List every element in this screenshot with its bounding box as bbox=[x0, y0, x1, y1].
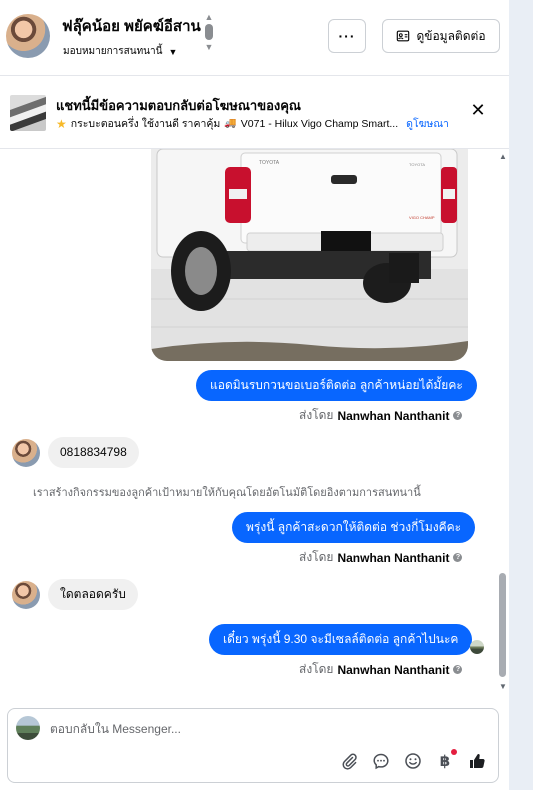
chevron-down-icon[interactable]: ▼ bbox=[205, 42, 214, 52]
view-ad-link[interactable]: ดูโฆษณา bbox=[406, 115, 448, 132]
payment-button[interactable]: ฿ bbox=[436, 749, 457, 770]
chat-scrollbar[interactable]: ▲ ▼ bbox=[498, 150, 508, 695]
sent-by-label: ส่งโดย Nanwhan Nanthanit ? bbox=[299, 406, 463, 425]
chevron-up-icon[interactable]: ▲ bbox=[205, 12, 214, 22]
assign-conversation-dropdown[interactable]: มอบหมายการสนทนานี้ ▼ bbox=[63, 44, 177, 59]
reply-input[interactable] bbox=[50, 720, 480, 738]
assign-label: มอบหมายการสนทนานี้ bbox=[63, 46, 163, 57]
ad-description: กระบะตอนครึ่ง ใช้งานดี ราคาคุ้ม bbox=[70, 118, 221, 130]
attach-button[interactable] bbox=[340, 752, 358, 770]
sender-name: Nanwhan Nanthanit bbox=[337, 662, 450, 677]
info-icon[interactable]: ? bbox=[453, 411, 463, 420]
incoming-message[interactable]: ใดตลอดครับ bbox=[48, 579, 138, 610]
tailgate-brand: TOYOTA bbox=[259, 160, 280, 166]
contact-avatar-small[interactable] bbox=[12, 581, 40, 609]
star-icon: ★ bbox=[56, 116, 67, 131]
header-scroll-control[interactable]: ▲ ▼ bbox=[203, 12, 215, 52]
composer-toolbar: ฿ bbox=[340, 749, 486, 770]
sender-name: Nanwhan Nanthanit bbox=[337, 550, 450, 565]
info-icon[interactable]: ? bbox=[453, 553, 463, 562]
scroll-up-icon[interactable]: ▲ bbox=[498, 152, 508, 161]
read-receipt-avatar bbox=[470, 640, 484, 654]
contact-avatar[interactable] bbox=[6, 14, 50, 58]
sent-by-label: ส่งโดย Nanwhan Nanthanit ? bbox=[299, 548, 463, 567]
caret-down-icon: ▼ bbox=[168, 46, 178, 57]
sent-by-prefix: ส่งโดย bbox=[299, 662, 334, 676]
model-badge: VIGO CHAMP bbox=[409, 215, 435, 220]
view-contact-info-button[interactable]: ดูข้อมูลติดต่อ bbox=[382, 19, 500, 53]
message-composer: ฿ bbox=[7, 708, 499, 783]
ad-thumbnail[interactable] bbox=[10, 95, 46, 131]
notification-dot bbox=[451, 749, 457, 755]
paperclip-icon bbox=[342, 753, 357, 770]
thumbs-up-icon bbox=[470, 753, 485, 769]
saved-replies-button[interactable] bbox=[372, 752, 390, 770]
scroll-down-icon[interactable]: ▼ bbox=[498, 682, 508, 691]
conversation-header: ฟลุ๊คน้อย พยัคฆ์อีสาน ▲ ▼ มอบหมายการสนทน… bbox=[0, 0, 509, 76]
more-icon: ··· bbox=[338, 28, 356, 44]
truck-icon: 🚚 bbox=[224, 118, 237, 129]
scroll-thumb[interactable] bbox=[205, 24, 213, 40]
image-message[interactable]: TOYOTA TOYOTA VIGO CHAMP bbox=[151, 149, 468, 361]
baht-icon: ฿ bbox=[439, 753, 451, 770]
ad-banner-title: แชทนี้มีข้อความตอบกลับต่อโฆษณาของคุณ bbox=[56, 98, 301, 113]
system-notice: เราสร้างกิจกรรมของลูกค้าเป้าหมายให้กับคุ… bbox=[33, 487, 421, 499]
outgoing-message[interactable]: เดี๋ยว พรุ่งนี้ 9.30 จะมีเซลล์ติดต่อ ลูก… bbox=[209, 624, 473, 655]
smiley-icon bbox=[405, 753, 421, 769]
pickup-truck-photo: TOYOTA TOYOTA VIGO CHAMP bbox=[151, 149, 468, 361]
outgoing-message[interactable]: พรุ่งนี้ ลูกค้าสะดวกให้ติดต่อ ช่วงกี่โมง… bbox=[232, 512, 476, 543]
contact-card-icon bbox=[397, 30, 410, 42]
close-icon[interactable]: ✕ bbox=[468, 100, 488, 120]
incoming-message[interactable]: 0818834798 bbox=[48, 437, 139, 468]
ad-banner-details: ★ กระบะตอนครึ่ง ใช้งานดี ราคาคุ้ม 🚚 V071… bbox=[56, 115, 448, 132]
chat-bubble-icon bbox=[373, 753, 389, 770]
sent-by-prefix: ส่งโดย bbox=[299, 408, 334, 422]
more-options-button[interactable]: ··· bbox=[328, 19, 366, 53]
sent-by-label: ส่งโดย Nanwhan Nanthanit ? bbox=[299, 660, 463, 679]
emoji-button[interactable] bbox=[404, 752, 422, 770]
sender-name: Nanwhan Nanthanit bbox=[337, 408, 450, 423]
chat-scroll-thumb[interactable] bbox=[499, 573, 506, 677]
tailgate-brand-right: TOYOTA bbox=[409, 162, 425, 167]
info-icon[interactable]: ? bbox=[453, 665, 463, 674]
view-contact-label: ดูข้อมูลติดต่อ bbox=[416, 28, 486, 43]
ad-name: V071 - Hilux Vigo Champ Smart... bbox=[240, 117, 399, 130]
page-avatar bbox=[16, 716, 40, 740]
side-panel-edge bbox=[509, 0, 533, 790]
outgoing-message[interactable]: แอดมินรบกวนขอเบอร์ติดต่อ ลูกค้าหน่อยได้ม… bbox=[196, 370, 477, 401]
contact-avatar-small[interactable] bbox=[12, 439, 40, 467]
sent-by-prefix: ส่งโดย bbox=[299, 550, 334, 564]
like-button[interactable] bbox=[468, 752, 486, 770]
ad-reply-banner: แชทนี้มีข้อความตอบกลับต่อโฆษณาของคุณ ★ ก… bbox=[0, 77, 509, 149]
contact-name[interactable]: ฟลุ๊คน้อย พยัคฆ์อีสาน bbox=[62, 14, 201, 38]
